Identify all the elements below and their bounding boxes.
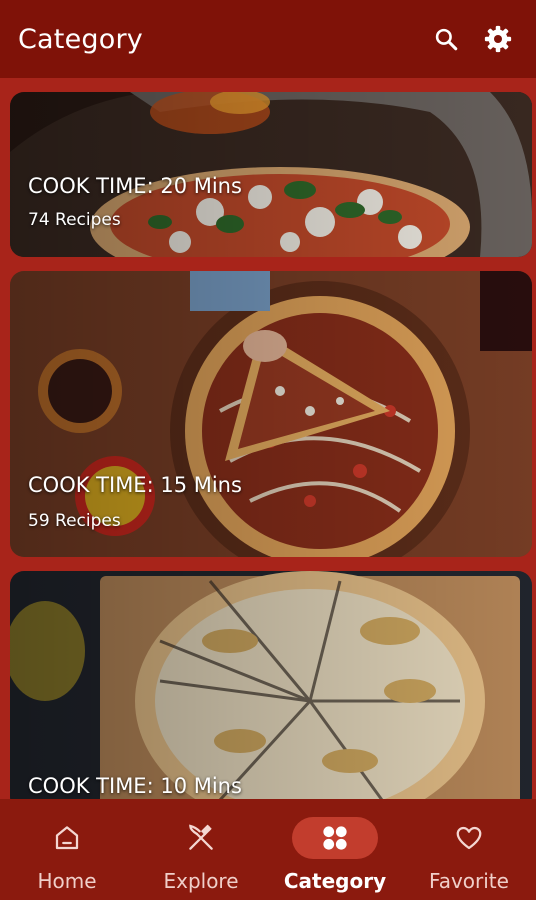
category-card[interactable]: COOK TIME: 10 Mins (10, 571, 532, 811)
nav-category-label: Category (283, 869, 387, 893)
category-card[interactable]: COOK TIME: 15 Mins 59 Recipes (10, 271, 532, 557)
cook-time-label: COOK TIME: 20 Mins (28, 174, 242, 198)
nav-home[interactable]: Home (0, 799, 134, 900)
nav-favorite-label: Favorite (429, 869, 509, 893)
search-button[interactable] (426, 19, 466, 59)
cook-time-label: COOK TIME: 15 Mins (28, 473, 242, 497)
search-icon (435, 28, 458, 51)
nav-category[interactable]: Category (268, 799, 402, 900)
cook-time-label: COOK TIME: 10 Mins (28, 774, 242, 798)
bottom-navigation: Home Explore Category Favorite (0, 799, 536, 900)
page-title: Category (18, 23, 143, 55)
gear-icon (484, 25, 512, 53)
heart-icon (456, 826, 482, 850)
nav-explore[interactable]: Explore (134, 799, 268, 900)
category-card[interactable]: COOK TIME: 20 Mins 74 Recipes (10, 92, 532, 257)
home-icon (55, 826, 79, 850)
grid-icon (323, 826, 347, 850)
app-bar: Category (0, 0, 536, 78)
nav-home-label: Home (37, 869, 97, 893)
settings-button[interactable] (478, 19, 518, 59)
nav-explore-label: Explore (163, 869, 239, 893)
fork-knife-icon (189, 824, 213, 850)
recipe-count: 74 Recipes (28, 210, 121, 230)
nav-favorite[interactable]: Favorite (402, 799, 536, 900)
recipe-count: 59 Recipes (28, 511, 121, 531)
